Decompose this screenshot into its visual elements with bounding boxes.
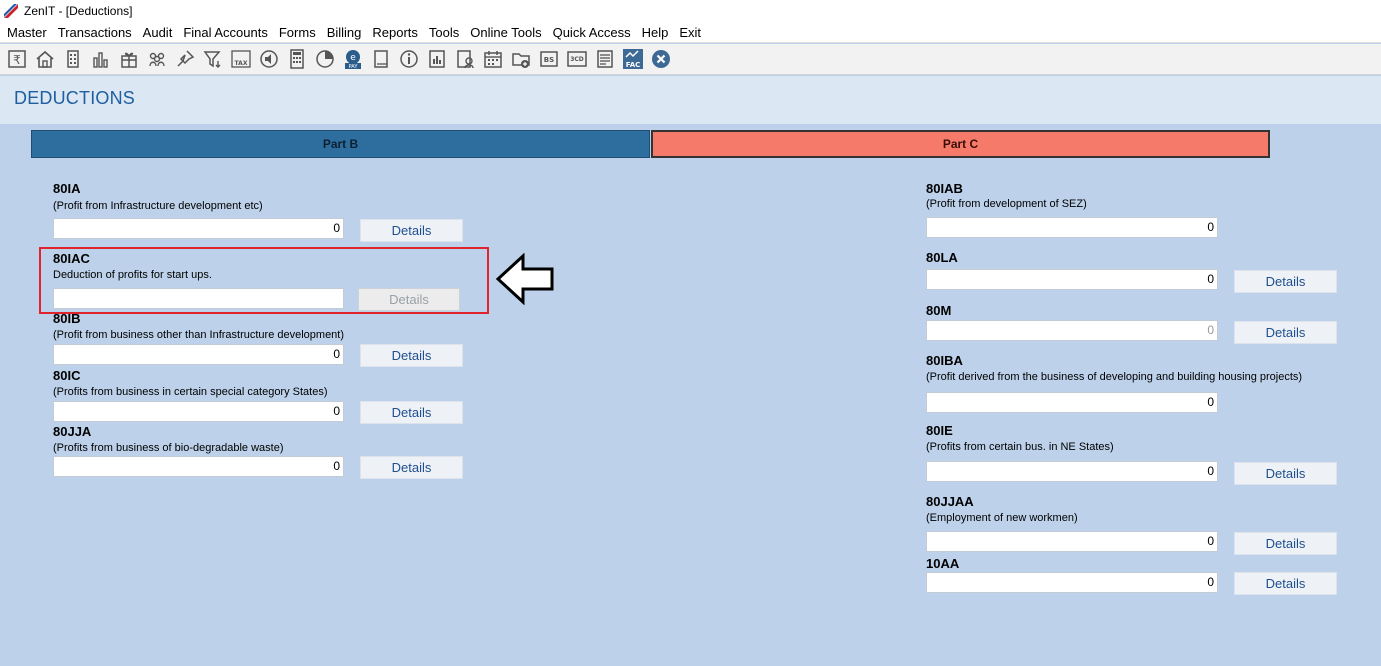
section-80ic-desc: (Profits from business in certain specia… bbox=[53, 386, 328, 398]
section-80ia-code: 80IA bbox=[53, 181, 81, 196]
info-icon[interactable] bbox=[396, 46, 422, 72]
section-80ia-details-button[interactable]: Details bbox=[360, 219, 463, 242]
section-80iac-details-button[interactable]: Details bbox=[358, 288, 460, 311]
epay-icon[interactable]: e PAY bbox=[340, 46, 366, 72]
home-icon[interactable] bbox=[32, 46, 58, 72]
section-80ic-code: 80IC bbox=[53, 368, 81, 383]
section-80iba-desc: (Profit derived from the business of dev… bbox=[926, 371, 1303, 383]
3cd-icon[interactable]: 3CD bbox=[564, 46, 590, 72]
section-80la-code: 80LA bbox=[926, 250, 958, 265]
section-80iac-input[interactable] bbox=[53, 288, 344, 309]
menu-quick-access[interactable]: Quick Access bbox=[548, 25, 637, 40]
book-icon[interactable] bbox=[368, 46, 394, 72]
section-80ie-desc: (Profits from certain bus. in NE States) bbox=[926, 441, 1114, 453]
section-80jja-code: 80JJA bbox=[53, 424, 92, 439]
tab-part-b[interactable]: Part B bbox=[31, 130, 650, 158]
building-icon[interactable] bbox=[60, 46, 86, 72]
header-band: DEDUCTIONS bbox=[0, 76, 1381, 124]
section-10aa-details-button[interactable]: Details bbox=[1234, 572, 1337, 595]
window-title: ZenIT - [Deductions] bbox=[24, 4, 133, 18]
section-80m-code: 80M bbox=[926, 303, 952, 318]
section-80ib-details-button[interactable]: Details bbox=[360, 344, 463, 367]
fac-icon[interactable]: FAC bbox=[620, 46, 646, 72]
gift-icon[interactable] bbox=[116, 46, 142, 72]
section-80jja-details-button[interactable]: Details bbox=[360, 456, 463, 479]
section-80ie-code: 80IE bbox=[926, 423, 953, 438]
pin-icon[interactable] bbox=[172, 46, 198, 72]
3cd-icon-label: 3CD bbox=[570, 56, 584, 63]
section-80iac-code: 80IAC bbox=[53, 251, 90, 266]
svg-text:₹: ₹ bbox=[13, 53, 21, 67]
svg-text:e: e bbox=[350, 53, 356, 63]
section-80jjaa-desc: (Employment of new workmen) bbox=[926, 512, 1078, 524]
menu-help[interactable]: Help bbox=[637, 25, 675, 40]
group-icon[interactable] bbox=[144, 46, 170, 72]
menu-tools[interactable]: Tools bbox=[424, 25, 465, 40]
section-80iac-desc: Deduction of profits for start ups. bbox=[53, 269, 212, 281]
section-80m-input[interactable]: 0 bbox=[926, 320, 1218, 341]
pie-icon[interactable] bbox=[312, 46, 338, 72]
menu-forms[interactable]: Forms bbox=[274, 25, 322, 40]
section-80jja-input[interactable]: 0 bbox=[53, 456, 344, 477]
section-80ic-details-button[interactable]: Details bbox=[360, 401, 463, 424]
tax-icon[interactable]: TAX bbox=[228, 46, 254, 72]
section-80iba-code: 80IBA bbox=[926, 353, 963, 368]
page-title: DEDUCTIONS bbox=[14, 88, 136, 108]
menu-online-tools[interactable]: Online Tools bbox=[465, 25, 547, 40]
bs-icon[interactable]: BS bbox=[536, 46, 562, 72]
section-80ib-desc: (Profit from business other than Infrast… bbox=[53, 329, 345, 341]
fac-icon-label: FAC bbox=[626, 61, 641, 69]
close-icon[interactable] bbox=[648, 46, 674, 72]
section-80ia-input[interactable]: 0 bbox=[53, 218, 344, 239]
section-80iab-desc: (Profit from development of SEZ) bbox=[926, 198, 1087, 210]
tax-icon-label: TAX bbox=[235, 60, 248, 67]
menu-reports[interactable]: Reports bbox=[367, 25, 424, 40]
bs-icon-label: BS bbox=[544, 56, 554, 64]
form-icon[interactable] bbox=[592, 46, 618, 72]
section-80ia-desc: (Profit from Infrastructure development … bbox=[53, 200, 263, 212]
section-80la-details-button[interactable]: Details bbox=[1234, 270, 1337, 293]
section-80ic-input[interactable]: 0 bbox=[53, 401, 344, 422]
menu-bar: Master Transactions Audit Final Accounts… bbox=[0, 22, 1381, 43]
section-80ib-input[interactable]: 0 bbox=[53, 344, 344, 365]
epay-icon-label: PAY bbox=[349, 64, 359, 70]
section-10aa-input[interactable]: 0 bbox=[926, 572, 1218, 593]
section-80jjaa-input[interactable]: 0 bbox=[926, 531, 1218, 552]
section-80jja-desc: (Profits from business of bio-degradable… bbox=[53, 442, 284, 454]
calculator-icon[interactable] bbox=[284, 46, 310, 72]
section-80jjaa-code: 80JJAA bbox=[926, 494, 974, 509]
section-80jjaa-details-button[interactable]: Details bbox=[1234, 532, 1337, 555]
bar-chart-icon[interactable] bbox=[88, 46, 114, 72]
tab-part-c[interactable]: Part C bbox=[651, 130, 1270, 158]
section-80iba-input[interactable]: 0 bbox=[926, 392, 1218, 413]
toolbar: ₹ TAX e PAY BS 3CD FAC bbox=[0, 44, 1381, 75]
filter-icon[interactable] bbox=[200, 46, 226, 72]
section-80la-input[interactable]: 0 bbox=[926, 269, 1218, 290]
rupee-icon[interactable]: ₹ bbox=[4, 46, 30, 72]
section-80m-details-button[interactable]: Details bbox=[1234, 321, 1337, 344]
user-card-icon[interactable] bbox=[452, 46, 478, 72]
menu-exit[interactable]: Exit bbox=[674, 25, 707, 40]
speaker-icon[interactable] bbox=[256, 46, 282, 72]
menu-transactions[interactable]: Transactions bbox=[53, 25, 138, 40]
section-80iab-code: 80IAB bbox=[926, 181, 963, 196]
app-logo-icon bbox=[4, 4, 18, 18]
menu-billing[interactable]: Billing bbox=[322, 25, 368, 40]
menu-master[interactable]: Master bbox=[2, 25, 53, 40]
section-80ie-details-button[interactable]: Details bbox=[1234, 462, 1337, 485]
calendar-icon[interactable] bbox=[480, 46, 506, 72]
arrow-left-icon bbox=[495, 253, 554, 305]
menu-audit[interactable]: Audit bbox=[138, 25, 179, 40]
title-bar: ZenIT - [Deductions] bbox=[0, 0, 1381, 22]
report-icon[interactable] bbox=[424, 46, 450, 72]
section-80ie-input[interactable]: 0 bbox=[926, 461, 1218, 482]
folder-add-icon[interactable] bbox=[508, 46, 534, 72]
menu-final-accounts[interactable]: Final Accounts bbox=[178, 25, 274, 40]
section-10aa-code: 10AA bbox=[926, 556, 960, 571]
section-80ib-code: 80IB bbox=[53, 311, 81, 326]
section-80iab-input[interactable]: 0 bbox=[926, 217, 1218, 238]
